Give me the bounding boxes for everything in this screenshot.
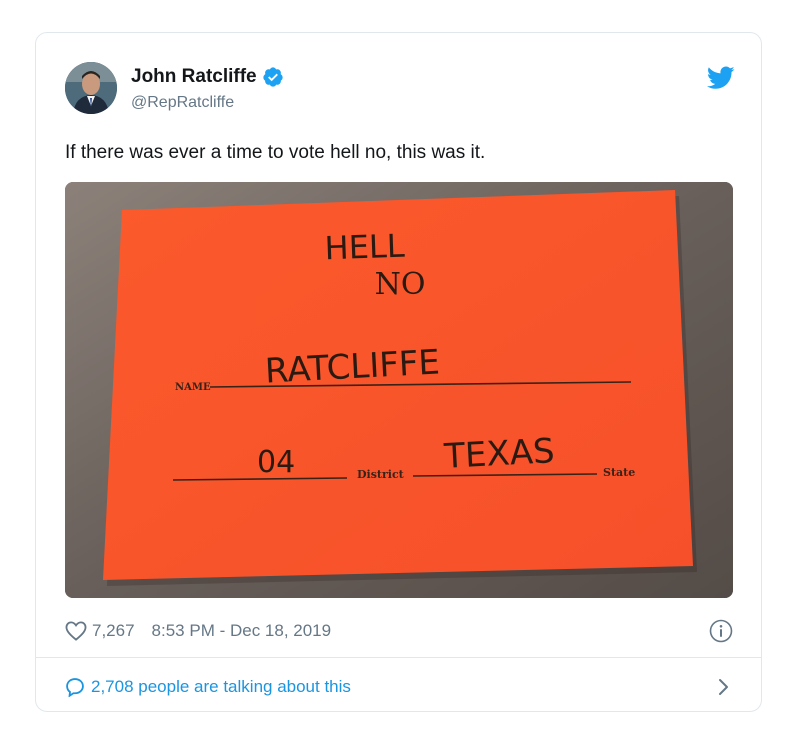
author-name-row[interactable]: John Ratcliffe (131, 66, 284, 88)
author-display-name[interactable]: John Ratcliffe (131, 66, 257, 88)
like-count[interactable]: 7,267 (92, 621, 135, 641)
info-icon[interactable] (709, 619, 733, 643)
conversation-text[interactable]: 2,708 people are talking about this (91, 677, 351, 697)
tweet-card: John Ratcliffe @RepRatcliffe If there wa… (35, 32, 762, 712)
twitter-bird-icon[interactable] (706, 66, 735, 90)
tweet-meta-row: 7,267 8:53 PM - Dec 18, 2019 (65, 619, 733, 643)
tweet-photo[interactable]: HELL NO RATCLIFFE NAME 04 District TEXAS… (65, 182, 733, 598)
avatar[interactable] (65, 62, 117, 114)
card-name-label: NAME (175, 382, 211, 393)
author-handle[interactable]: @RepRatcliffe (131, 94, 234, 112)
card-hell-text: HELL (324, 227, 405, 268)
conversation-link[interactable]: 2,708 people are talking about this (65, 673, 733, 701)
heart-icon[interactable] (65, 621, 87, 641)
card-no-text: NO (375, 267, 426, 302)
chevron-right-icon[interactable] (717, 677, 731, 697)
reply-bubble-icon (65, 677, 85, 698)
tweet-timestamp[interactable]: 8:53 PM - Dec 18, 2019 (152, 621, 332, 641)
card-state-label: State (603, 466, 635, 479)
card-district-value: 04 (257, 445, 295, 480)
tweet-text: If there was ever a time to vote hell no… (65, 142, 486, 163)
card-district-label: District (357, 468, 405, 481)
divider (36, 657, 761, 658)
card-state-value: TEXAS (442, 431, 555, 477)
verified-icon (262, 66, 284, 88)
